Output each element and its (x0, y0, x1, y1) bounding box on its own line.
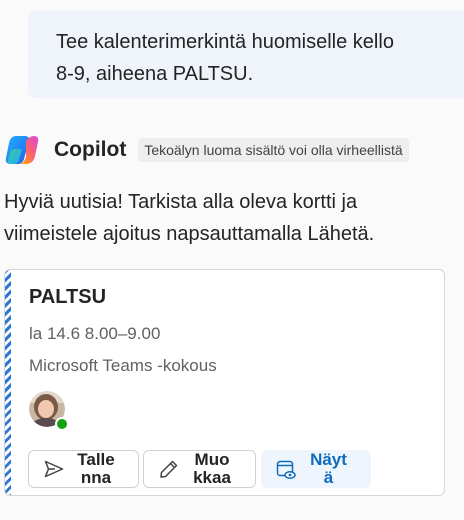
edit-label-line-2: kkaa (193, 468, 231, 487)
pencil-icon (160, 460, 178, 478)
save-label-line-2: nna (80, 468, 112, 487)
event-date-time: la 14.6 8.00–9.00 (29, 324, 161, 343)
edit-button-label: Muo kkaa (181, 451, 255, 487)
calendar-view-icon (276, 460, 296, 479)
copilot-header: Copilot Tekoälyn luoma sisältö voi olla … (4, 132, 409, 168)
presence-available-icon (55, 417, 69, 431)
view-button[interactable]: Näyt ä (261, 450, 371, 488)
copilot-name: Copilot (54, 138, 127, 161)
card-accent-stripe (5, 270, 11, 495)
send-icon (44, 460, 64, 478)
edit-label-line-1: Muo (194, 450, 230, 469)
copilot-reply: Hyviä uutisia! Tarkista alla oleva kortt… (4, 186, 460, 250)
user-message-line-2: 8-9, aiheena PALTSU. (56, 63, 254, 85)
view-button-label: Näyt ä (298, 451, 371, 487)
view-label-line-1: Näyt (310, 450, 347, 469)
user-message-line-1: Tee kalenterimerkintä huomiselle kello (56, 31, 394, 53)
event-title: PALTSU (29, 286, 107, 308)
save-label-line-1: Talle (77, 450, 115, 469)
user-message-bubble: Tee kalenterimerkintä huomiselle kello 8… (28, 10, 464, 98)
copilot-reply-line-1: Hyviä uutisia! Tarkista alla oleva kortt… (4, 191, 358, 213)
calendar-event-card: PALTSU la 14.6 8.00–9.00 Microsoft Teams… (4, 269, 445, 496)
event-meeting-type: Microsoft Teams -kokous (29, 356, 217, 375)
save-button-label: Talle nna (66, 451, 138, 487)
view-label-line-2: ä (323, 468, 334, 487)
ai-disclaimer-badge: Tekoälyn luoma sisältö voi olla virheell… (138, 138, 409, 162)
attendee-avatar[interactable] (29, 391, 69, 431)
copilot-reply-line-2: viimeistele ajoitus napsauttamalla Lähet… (4, 223, 375, 245)
save-button[interactable]: Talle nna (28, 450, 139, 488)
copilot-logo-icon (5, 136, 39, 164)
edit-button[interactable]: Muo kkaa (143, 450, 256, 488)
